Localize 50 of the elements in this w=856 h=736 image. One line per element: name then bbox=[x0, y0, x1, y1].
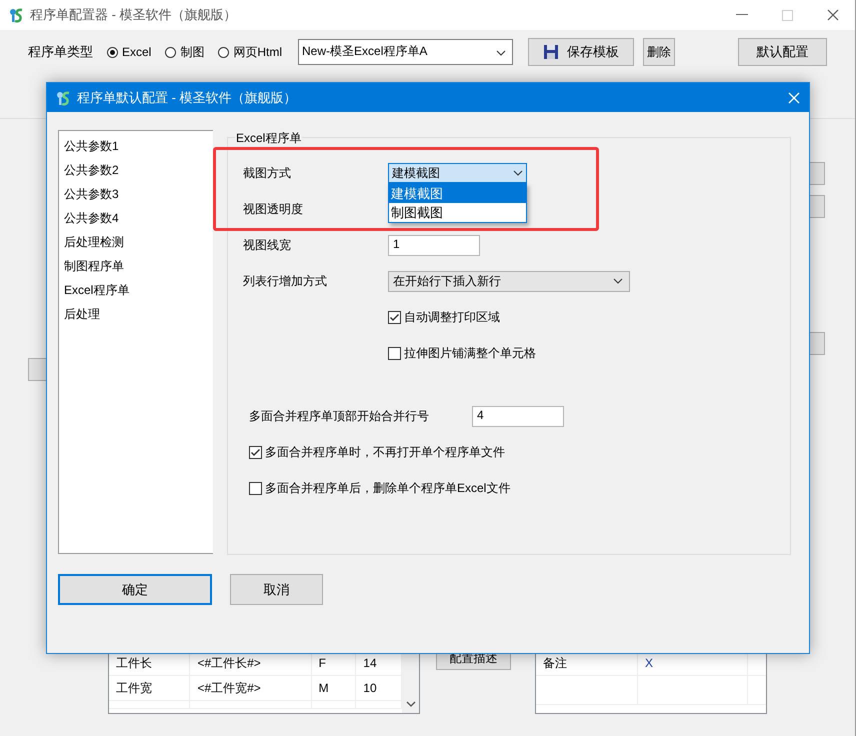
dialog-title: 程序单默认配置 - 模圣软件（旗舰版） bbox=[77, 88, 298, 106]
close-icon[interactable] bbox=[827, 9, 839, 21]
field-label: 视图透明度 bbox=[243, 200, 304, 218]
category-item[interactable]: 公共参数1 bbox=[59, 134, 213, 158]
app-logo-icon bbox=[55, 90, 71, 106]
category-item[interactable]: 公共参数3 bbox=[59, 182, 213, 206]
table-cell: <#工件宽#> bbox=[190, 676, 312, 700]
checkbox-label[interactable]: 拉伸图片铺满整个单元格 bbox=[404, 344, 536, 362]
app-logo-icon bbox=[8, 7, 24, 23]
chevron-down-icon bbox=[496, 50, 506, 56]
minimize-icon[interactable] bbox=[736, 14, 748, 16]
checkbox[interactable] bbox=[388, 346, 401, 360]
field-label: 截图方式 bbox=[243, 164, 292, 182]
checkbox[interactable] bbox=[388, 310, 401, 324]
table-cell: 工件宽 bbox=[109, 676, 190, 700]
radio-button[interactable]: 网页Html bbox=[218, 44, 282, 60]
save-template-button[interactable]: 保存模板 bbox=[528, 38, 634, 66]
checkbox-label[interactable]: 自动调整打印区域 bbox=[404, 308, 500, 326]
category-item[interactable]: 后处理 bbox=[59, 302, 213, 326]
window-title: 程序单配置器 - 模圣软件（旗舰版） bbox=[30, 6, 238, 24]
default-config-button[interactable]: 默认配置 bbox=[738, 38, 828, 66]
delete-button[interactable]: 删除 bbox=[643, 38, 676, 66]
category-item[interactable]: 制图程序单 bbox=[59, 254, 213, 278]
field-label: 多面合并程序单顶部开始合并行号 bbox=[249, 408, 430, 424]
field-label: 列表行增加方式 bbox=[243, 272, 328, 290]
checkbox[interactable] bbox=[249, 446, 262, 458]
cancel-button[interactable]: 取消 bbox=[230, 574, 323, 605]
radio-button[interactable]: 制图 bbox=[165, 44, 204, 60]
row-insert-dropdown[interactable]: 在开始行下插入新行 bbox=[388, 270, 630, 292]
category-item[interactable]: 后处理检测 bbox=[59, 230, 213, 254]
checkbox[interactable] bbox=[249, 482, 262, 494]
checkbox-label[interactable]: 多面合并程序单后，删除单个程序单Excel文件 bbox=[265, 480, 510, 496]
merge-row-field[interactable]: 4 bbox=[472, 406, 564, 426]
chevron-down-icon bbox=[613, 278, 623, 284]
category-item[interactable]: Excel程序单 bbox=[59, 278, 213, 302]
radio-button[interactable]: Excel bbox=[107, 45, 152, 59]
chevron-down-icon[interactable] bbox=[406, 701, 416, 707]
capture-mode-dropdown[interactable]: 建模截图 bbox=[388, 163, 527, 183]
template-dropdown[interactable]: New-模圣Excel程序单A bbox=[298, 39, 514, 65]
dropdown-option[interactable]: 制图截图 bbox=[389, 203, 526, 222]
type-label: 程序单类型 bbox=[28, 43, 93, 61]
dropdown-option[interactable]: 建模截图 bbox=[389, 184, 526, 203]
table-cell: M bbox=[312, 676, 356, 700]
chevron-down-icon bbox=[513, 170, 523, 176]
line-width-field[interactable]: 1 bbox=[388, 234, 480, 256]
field-label: 视图线宽 bbox=[243, 236, 292, 254]
category-item[interactable]: 公共参数2 bbox=[59, 158, 213, 182]
category-item[interactable]: 公共参数4 bbox=[59, 206, 213, 230]
checkbox-label[interactable]: 多面合并程序单时，不再打开单个程序单文件 bbox=[265, 444, 505, 460]
ok-button[interactable]: 确定 bbox=[58, 574, 212, 605]
